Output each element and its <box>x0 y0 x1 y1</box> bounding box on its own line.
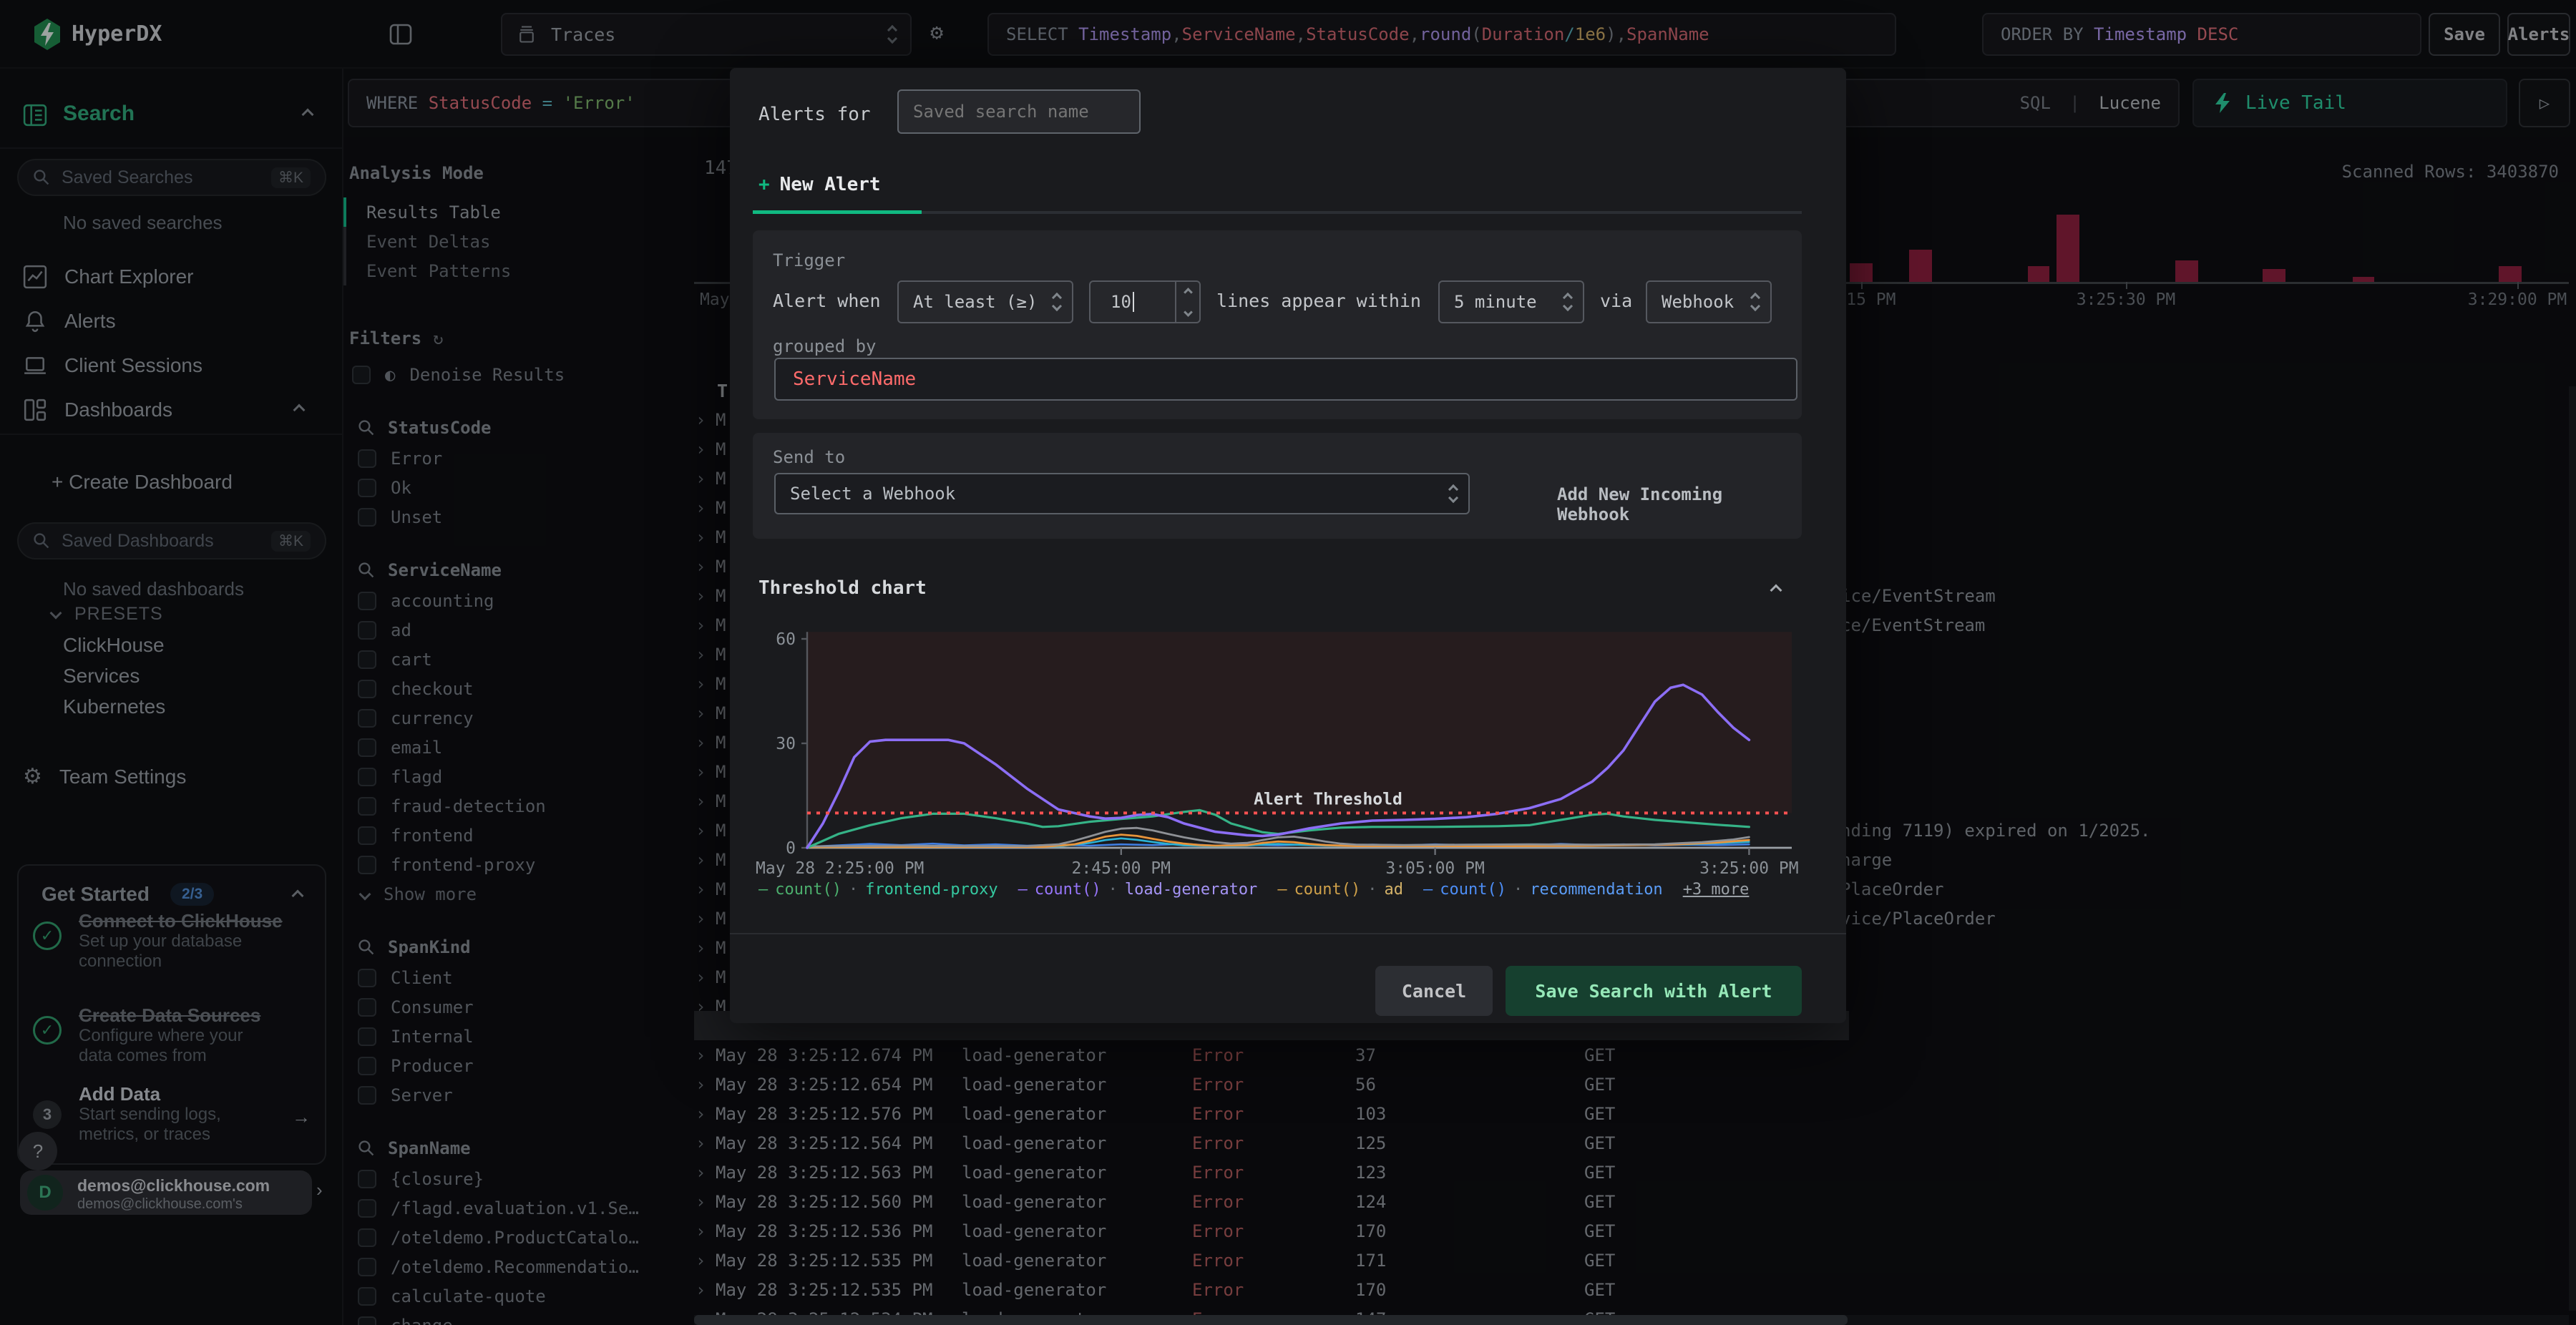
legend-line-swatch: — <box>758 881 769 899</box>
via-label: via <box>1600 290 1633 311</box>
svg-text:30: 30 <box>776 735 796 753</box>
legend-item-ad[interactable]: — count() · ad <box>1277 881 1403 899</box>
window-select[interactable]: 5 minute <box>1438 280 1584 323</box>
trigger-label: Trigger <box>773 250 846 270</box>
add-webhook-link[interactable]: Add New Incoming Webhook <box>1557 484 1802 524</box>
condition-select[interactable]: At least (≥) <box>897 280 1073 323</box>
svg-text:May 28 2:25:00 PM: May 28 2:25:00 PM <box>756 859 924 878</box>
plus-icon: + <box>758 174 770 195</box>
save-search-with-alert-button[interactable]: Save Search with Alert <box>1506 966 1802 1016</box>
select-chevrons-icon <box>1562 292 1574 312</box>
legend-line-swatch: — <box>1277 881 1287 899</box>
send-to-label: Send to <box>773 447 846 467</box>
svg-text:3:25:00 PM: 3:25:00 PM <box>1699 859 1798 878</box>
modal-title: Alerts for <box>758 104 871 125</box>
tab-new-alert[interactable]: + New Alert <box>758 174 881 195</box>
trigger-section: Trigger Alert when At least (≥) 10 lines… <box>753 230 1802 419</box>
cancel-button[interactable]: Cancel <box>1375 966 1493 1016</box>
legend-item-recommendation[interactable]: — count() · recommendation <box>1423 881 1663 899</box>
tab-underline-active <box>753 210 922 214</box>
legend-more-button[interactable]: +3 more <box>1683 881 1750 899</box>
threshold-chart-title: Threshold chart <box>758 577 927 599</box>
legend-line-swatch: — <box>1423 881 1433 899</box>
legend-item-load-generator[interactable]: — count() · load-generator <box>1018 881 1258 899</box>
threshold-value-input[interactable]: 10 <box>1089 280 1201 323</box>
chart-collapse-chevron-icon[interactable] <box>1770 584 1782 597</box>
hyperdx-app: HyperDX Traces ⚙ SELECT Timestamp,Servic… <box>0 0 2576 1325</box>
saved-search-name-input[interactable] <box>897 89 1141 134</box>
grouped-by-label: grouped by <box>773 336 877 356</box>
svg-text:3:05:00 PM: 3:05:00 PM <box>1385 859 1484 878</box>
alert-when-label: Alert when <box>773 290 881 311</box>
svg-text:2:45:00 PM: 2:45:00 PM <box>1072 859 1171 878</box>
number-stepper[interactable] <box>1175 282 1199 322</box>
grouped-by-input[interactable]: ServiceName <box>774 358 1797 401</box>
send-to-section: Send to Select a Webhook Add New Incomin… <box>753 433 1802 539</box>
select-chevrons-icon <box>1448 484 1459 504</box>
alert-modal: Alerts for +New Alert Trigger Alert when… <box>730 68 1846 1023</box>
svg-text:0: 0 <box>786 839 796 858</box>
channel-select[interactable]: Webhook <box>1646 280 1772 323</box>
text-caret <box>1132 292 1134 312</box>
svg-text:60: 60 <box>776 630 796 649</box>
lines-within-label: lines appear within <box>1216 290 1421 311</box>
svg-text:Alert Threshold: Alert Threshold <box>1254 790 1402 808</box>
legend-item-frontend-proxy[interactable]: — count() · frontend-proxy <box>758 881 998 899</box>
chart-legend: — count() · frontend-proxy — count() · load-gen… <box>758 878 1818 899</box>
select-chevrons-icon <box>1051 292 1063 312</box>
threshold-chart: 0 30 60 Alert Threshold May 28 2:25:00 PM 2:4… <box>756 630 1799 878</box>
select-chevrons-icon <box>1750 292 1761 312</box>
legend-line-swatch: — <box>1018 881 1028 899</box>
webhook-select[interactable]: Select a Webhook <box>774 473 1470 514</box>
divider <box>730 933 1846 934</box>
